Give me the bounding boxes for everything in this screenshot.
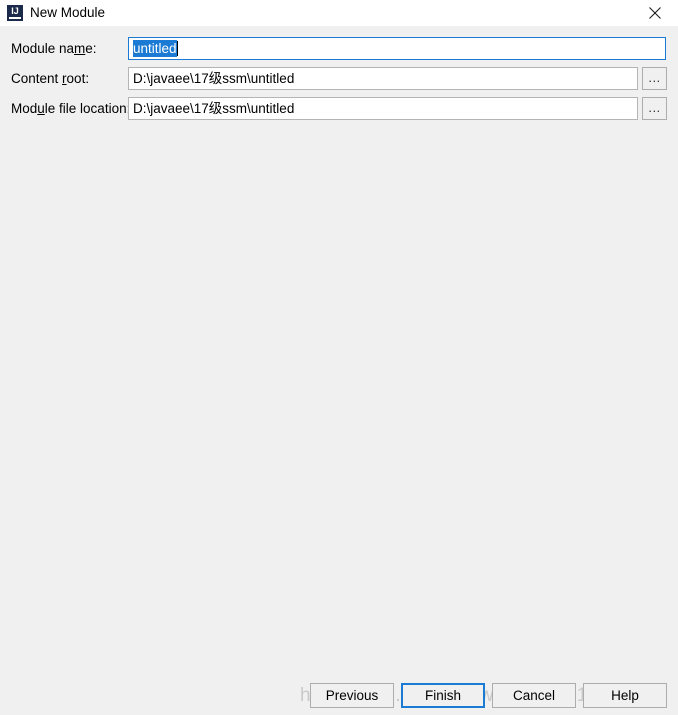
module-file-location-browse-button[interactable]: ... xyxy=(642,97,667,120)
previous-button[interactable]: Previous xyxy=(310,683,394,708)
ellipsis-icon: ... xyxy=(648,70,661,85)
module-name-label: Module name: xyxy=(11,41,97,56)
window-title: New Module xyxy=(30,5,106,20)
form-row-content-root: Content root: D:\javaee\17级ssm\untitled … xyxy=(0,67,678,91)
module-file-location-input[interactable]: D:\javaee\17级ssm\untitled xyxy=(128,97,638,120)
title-bar: IJ New Module xyxy=(0,0,678,26)
close-button[interactable] xyxy=(632,0,678,26)
module-file-location-label: Module file location: xyxy=(11,101,131,116)
module-name-input[interactable]: untitled xyxy=(128,37,666,60)
close-icon xyxy=(649,7,661,19)
module-file-location-value: D:\javaee\17级ssm\untitled xyxy=(133,101,295,116)
module-name-value: untitled xyxy=(133,40,178,57)
content-root-label: Content root: xyxy=(11,71,90,86)
content-root-browse-button[interactable]: ... xyxy=(642,67,667,90)
intellij-idea-icon-text: IJ xyxy=(11,6,19,16)
new-module-dialog: IJ New Module Module name: untitled Cont… xyxy=(0,0,678,715)
ellipsis-icon: ... xyxy=(648,100,661,115)
finish-button[interactable]: Finish xyxy=(401,683,485,708)
help-button[interactable]: Help xyxy=(583,683,667,708)
form-row-module-file-location: Module file location: D:\javaee\17级ssm\u… xyxy=(0,97,678,121)
cancel-button[interactable]: Cancel xyxy=(492,683,576,708)
intellij-idea-icon: IJ xyxy=(7,5,23,21)
content-root-input[interactable]: D:\javaee\17级ssm\untitled xyxy=(128,67,638,90)
form-row-module-name: Module name: untitled xyxy=(0,37,678,61)
dialog-button-bar: Previous Finish Cancel Help xyxy=(0,672,678,715)
content-root-value: D:\javaee\17级ssm\untitled xyxy=(133,71,295,86)
